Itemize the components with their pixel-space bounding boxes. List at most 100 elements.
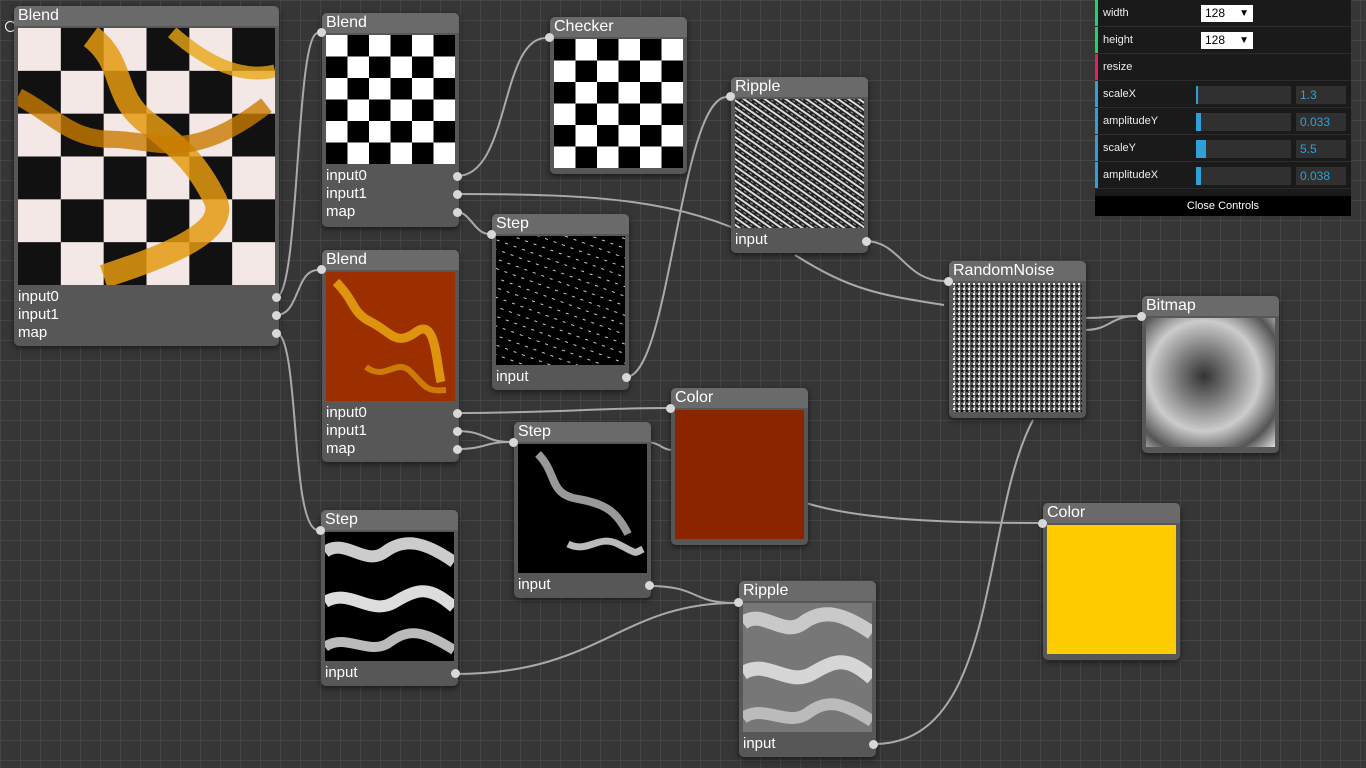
scalex-slider[interactable] (1196, 86, 1291, 104)
scalex-input[interactable]: 1.3 (1296, 86, 1346, 104)
port-input: input (518, 576, 551, 593)
wire-randomnoise-bitmap-2 (1084, 315, 1138, 319)
input1-socket[interactable] (272, 311, 281, 320)
map-socket[interactable] (272, 329, 281, 338)
slider-fill (1196, 167, 1201, 185)
port-input0: input0 (326, 167, 367, 184)
input-socket[interactable] (451, 669, 460, 678)
control-label: amplitudeX (1103, 169, 1159, 181)
input0-socket[interactable] (453, 172, 462, 181)
step-bottom-node[interactable]: Step input (316, 510, 460, 686)
map-socket[interactable] (453, 445, 462, 454)
slider-fill (1196, 113, 1201, 131)
wire-blendmid-input1-step (456, 430, 511, 443)
scaley-slider[interactable] (1196, 140, 1291, 158)
port-map: map (326, 203, 356, 220)
step-top-preview (496, 236, 625, 365)
node-title[interactable]: Step (492, 214, 629, 234)
wire-blendmid-to-blendmain (275, 269, 319, 316)
output-socket[interactable] (666, 404, 675, 413)
port-input1: input1 (326, 185, 367, 202)
node-title[interactable]: Blend (322, 250, 459, 270)
width-select[interactable]: 128 ▼ (1201, 5, 1253, 22)
height-select[interactable]: 128 ▼ (1201, 32, 1253, 49)
checker-node[interactable]: Checker (545, 17, 687, 174)
input1-socket[interactable] (453, 190, 462, 199)
step-mid-preview (518, 444, 647, 573)
node-title[interactable]: Blend (14, 6, 279, 26)
control-label: scaleX (1103, 88, 1137, 100)
output-socket[interactable] (317, 265, 326, 274)
input-socket[interactable] (869, 740, 878, 749)
node-title[interactable]: Color (671, 388, 808, 408)
slider-fill (1196, 140, 1206, 158)
port-input: input (325, 664, 358, 681)
input-socket[interactable] (862, 237, 871, 246)
control-amplitudex: amplitudeX 0.038 (1095, 162, 1351, 189)
controls-panel[interactable]: width 128 ▼ height 128 ▼ resize scaleX 1.3… (1095, 0, 1351, 216)
color-red-node[interactable]: Color (666, 388, 808, 545)
blend-top-node[interactable]: Blend input0 input1 map (317, 13, 462, 227)
node-title[interactable]: Ripple (731, 77, 868, 97)
output-socket[interactable] (487, 230, 496, 239)
node-title[interactable]: Checker (550, 17, 687, 37)
select-value: 128 (1205, 33, 1226, 47)
output-socket[interactable] (1137, 312, 1146, 321)
output-socket[interactable] (317, 28, 326, 37)
node-title[interactable]: Bitmap (1142, 296, 1279, 316)
port-input0: input0 (18, 288, 59, 305)
close-controls-button[interactable]: Close Controls (1095, 196, 1351, 216)
blend-main-node[interactable]: Blend input0 input1 map (14, 6, 281, 346)
checker-preview (554, 39, 683, 168)
input1-socket[interactable] (453, 427, 462, 436)
port-map: map (18, 324, 48, 341)
node-title[interactable]: RandomNoise (949, 261, 1086, 281)
resize-button[interactable]: resize (1095, 54, 1351, 81)
output-socket[interactable] (316, 526, 325, 535)
control-amplitudey: amplitudeY 0.033 (1095, 108, 1351, 135)
output-socket[interactable] (1038, 519, 1047, 528)
amplitudex-slider[interactable] (1196, 167, 1291, 185)
input-socket[interactable] (622, 373, 631, 382)
color-yellow-node[interactable]: Color (1038, 503, 1180, 660)
input0-socket[interactable] (272, 293, 281, 302)
port-input0: input0 (326, 404, 367, 421)
bitmap-node[interactable]: Bitmap (1137, 296, 1279, 453)
amplitudey-slider[interactable] (1196, 113, 1291, 131)
input0-socket[interactable] (453, 409, 462, 418)
wire-stepbottom-ripple (454, 602, 736, 675)
wire-blendmid-map-step (456, 441, 511, 450)
output-socket[interactable] (944, 277, 953, 286)
port-input: input (735, 231, 768, 248)
control-label: scaleY (1103, 142, 1137, 154)
step-mid-node[interactable]: Step input (509, 422, 654, 598)
control-label: resize (1103, 61, 1133, 73)
ripple-top-node[interactable]: Ripple input (726, 77, 871, 253)
node-title[interactable]: Color (1043, 503, 1180, 523)
input-socket[interactable] (645, 581, 654, 590)
output-socket[interactable] (545, 33, 554, 42)
port-input: input (496, 368, 529, 385)
step-top-node[interactable]: Step input (487, 214, 631, 390)
node-title[interactable]: Step (514, 422, 651, 442)
output-socket[interactable] (509, 438, 518, 447)
amplitudex-input[interactable]: 0.038 (1296, 167, 1346, 185)
slider-fill (1196, 86, 1198, 104)
output-socket[interactable] (734, 598, 743, 607)
node-title[interactable]: Ripple (739, 581, 876, 601)
blend-top-preview (326, 35, 455, 164)
random-noise-node[interactable]: RandomNoise (944, 261, 1086, 418)
node-title[interactable]: Blend (322, 13, 459, 33)
select-value: 128 (1205, 6, 1226, 20)
color-red-swatch (675, 410, 804, 539)
map-socket[interactable] (453, 208, 462, 217)
scaley-input[interactable]: 5.5 (1296, 140, 1346, 158)
wire-blendtop-input0-checker (456, 37, 547, 177)
blend-mid-node[interactable]: Blend input0 input1 map (317, 250, 462, 462)
control-accent (1095, 162, 1098, 188)
amplitudey-input[interactable]: 0.033 (1296, 113, 1346, 131)
ripple-bottom-node[interactable]: Ripple input (734, 581, 878, 757)
output-socket[interactable] (726, 92, 735, 101)
node-title[interactable]: Step (321, 510, 458, 530)
wire-stepmid-ripple (648, 585, 736, 604)
